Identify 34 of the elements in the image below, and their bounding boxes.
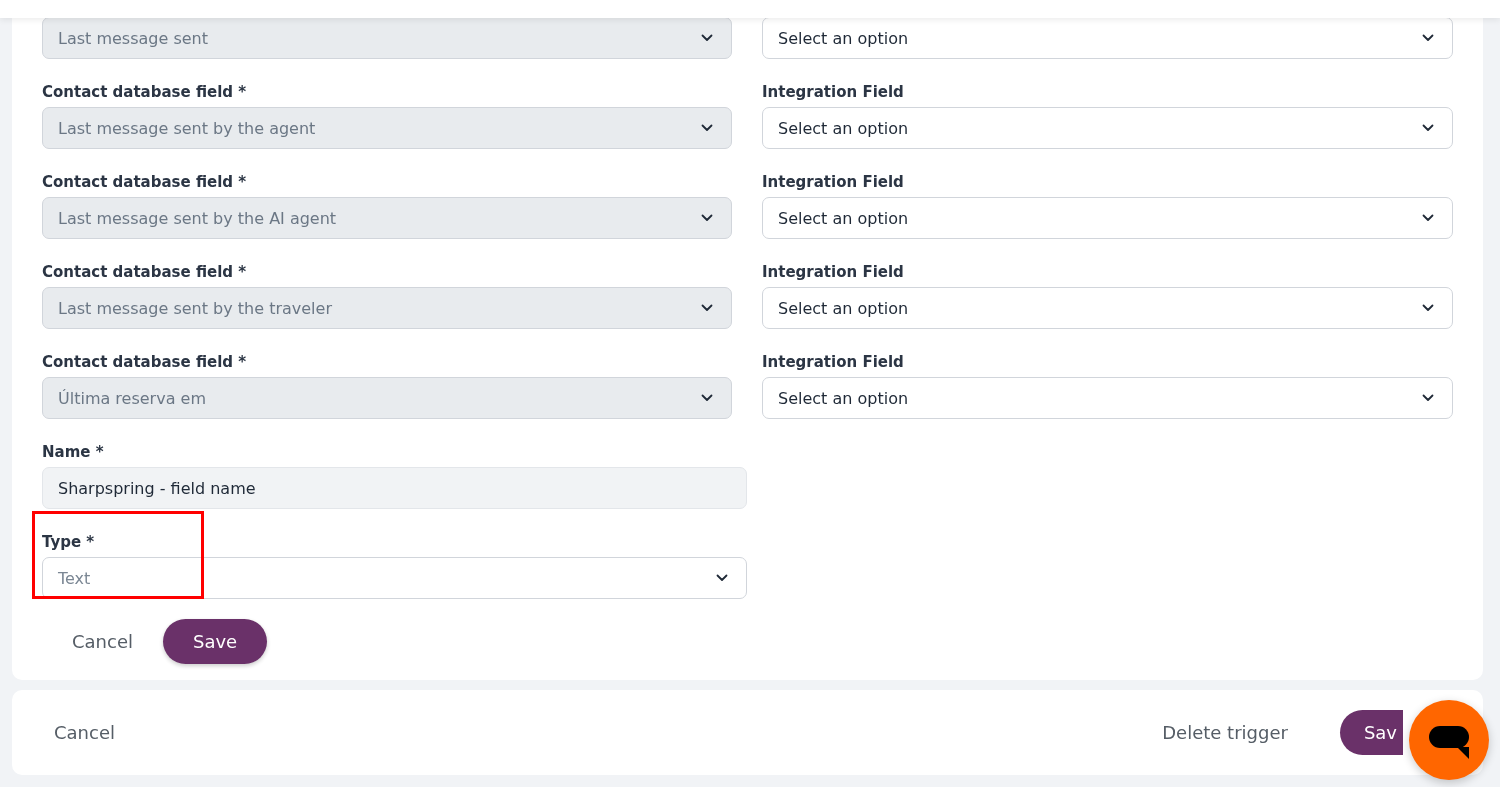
field-label: Integration Field [762,352,905,373]
chevron-down-icon [1422,34,1434,42]
save-button[interactable]: Sav [1339,710,1403,755]
chevron-down-icon [716,574,728,582]
chevron-down-icon [701,34,713,42]
field-label: Name * [42,442,105,463]
save-button[interactable]: Save [163,619,268,664]
chevron-down-icon [1422,124,1434,132]
text-button[interactable]: Cancel [54,619,151,664]
chevron-down-icon [701,124,713,132]
field-label: Contact database field * [42,82,248,103]
chevron-down-icon [1422,394,1434,402]
select-field[interactable]: Select an option [762,377,1453,419]
chat-icon [1429,726,1469,760]
field-label: Type * [42,532,96,553]
text-button[interactable]: Delete trigger [1144,710,1306,755]
select-field[interactable]: Text [42,557,747,599]
chevron-down-icon [1422,214,1434,222]
chevron-down-icon [1422,304,1434,312]
field-label: Integration Field [762,262,905,283]
name-input[interactable]: Sharpspring - field name [42,467,747,509]
field-label: Integration Field [762,82,905,103]
select-field[interactable]: Select an option [762,17,1453,59]
chevron-down-icon [701,304,713,312]
text-button[interactable]: Cancel [36,710,133,755]
field-label: Contact database field * [42,172,248,193]
select-field[interactable]: Select an option [762,107,1453,149]
select-field[interactable]: Select an option [762,197,1453,239]
chevron-down-icon [701,214,713,222]
field-label: Contact database field * [42,352,248,373]
chevron-down-icon [701,394,713,402]
field-label: Integration Field [762,172,905,193]
field-label: Contact database field * [42,262,248,283]
select-field[interactable]: Select an option [762,287,1453,329]
